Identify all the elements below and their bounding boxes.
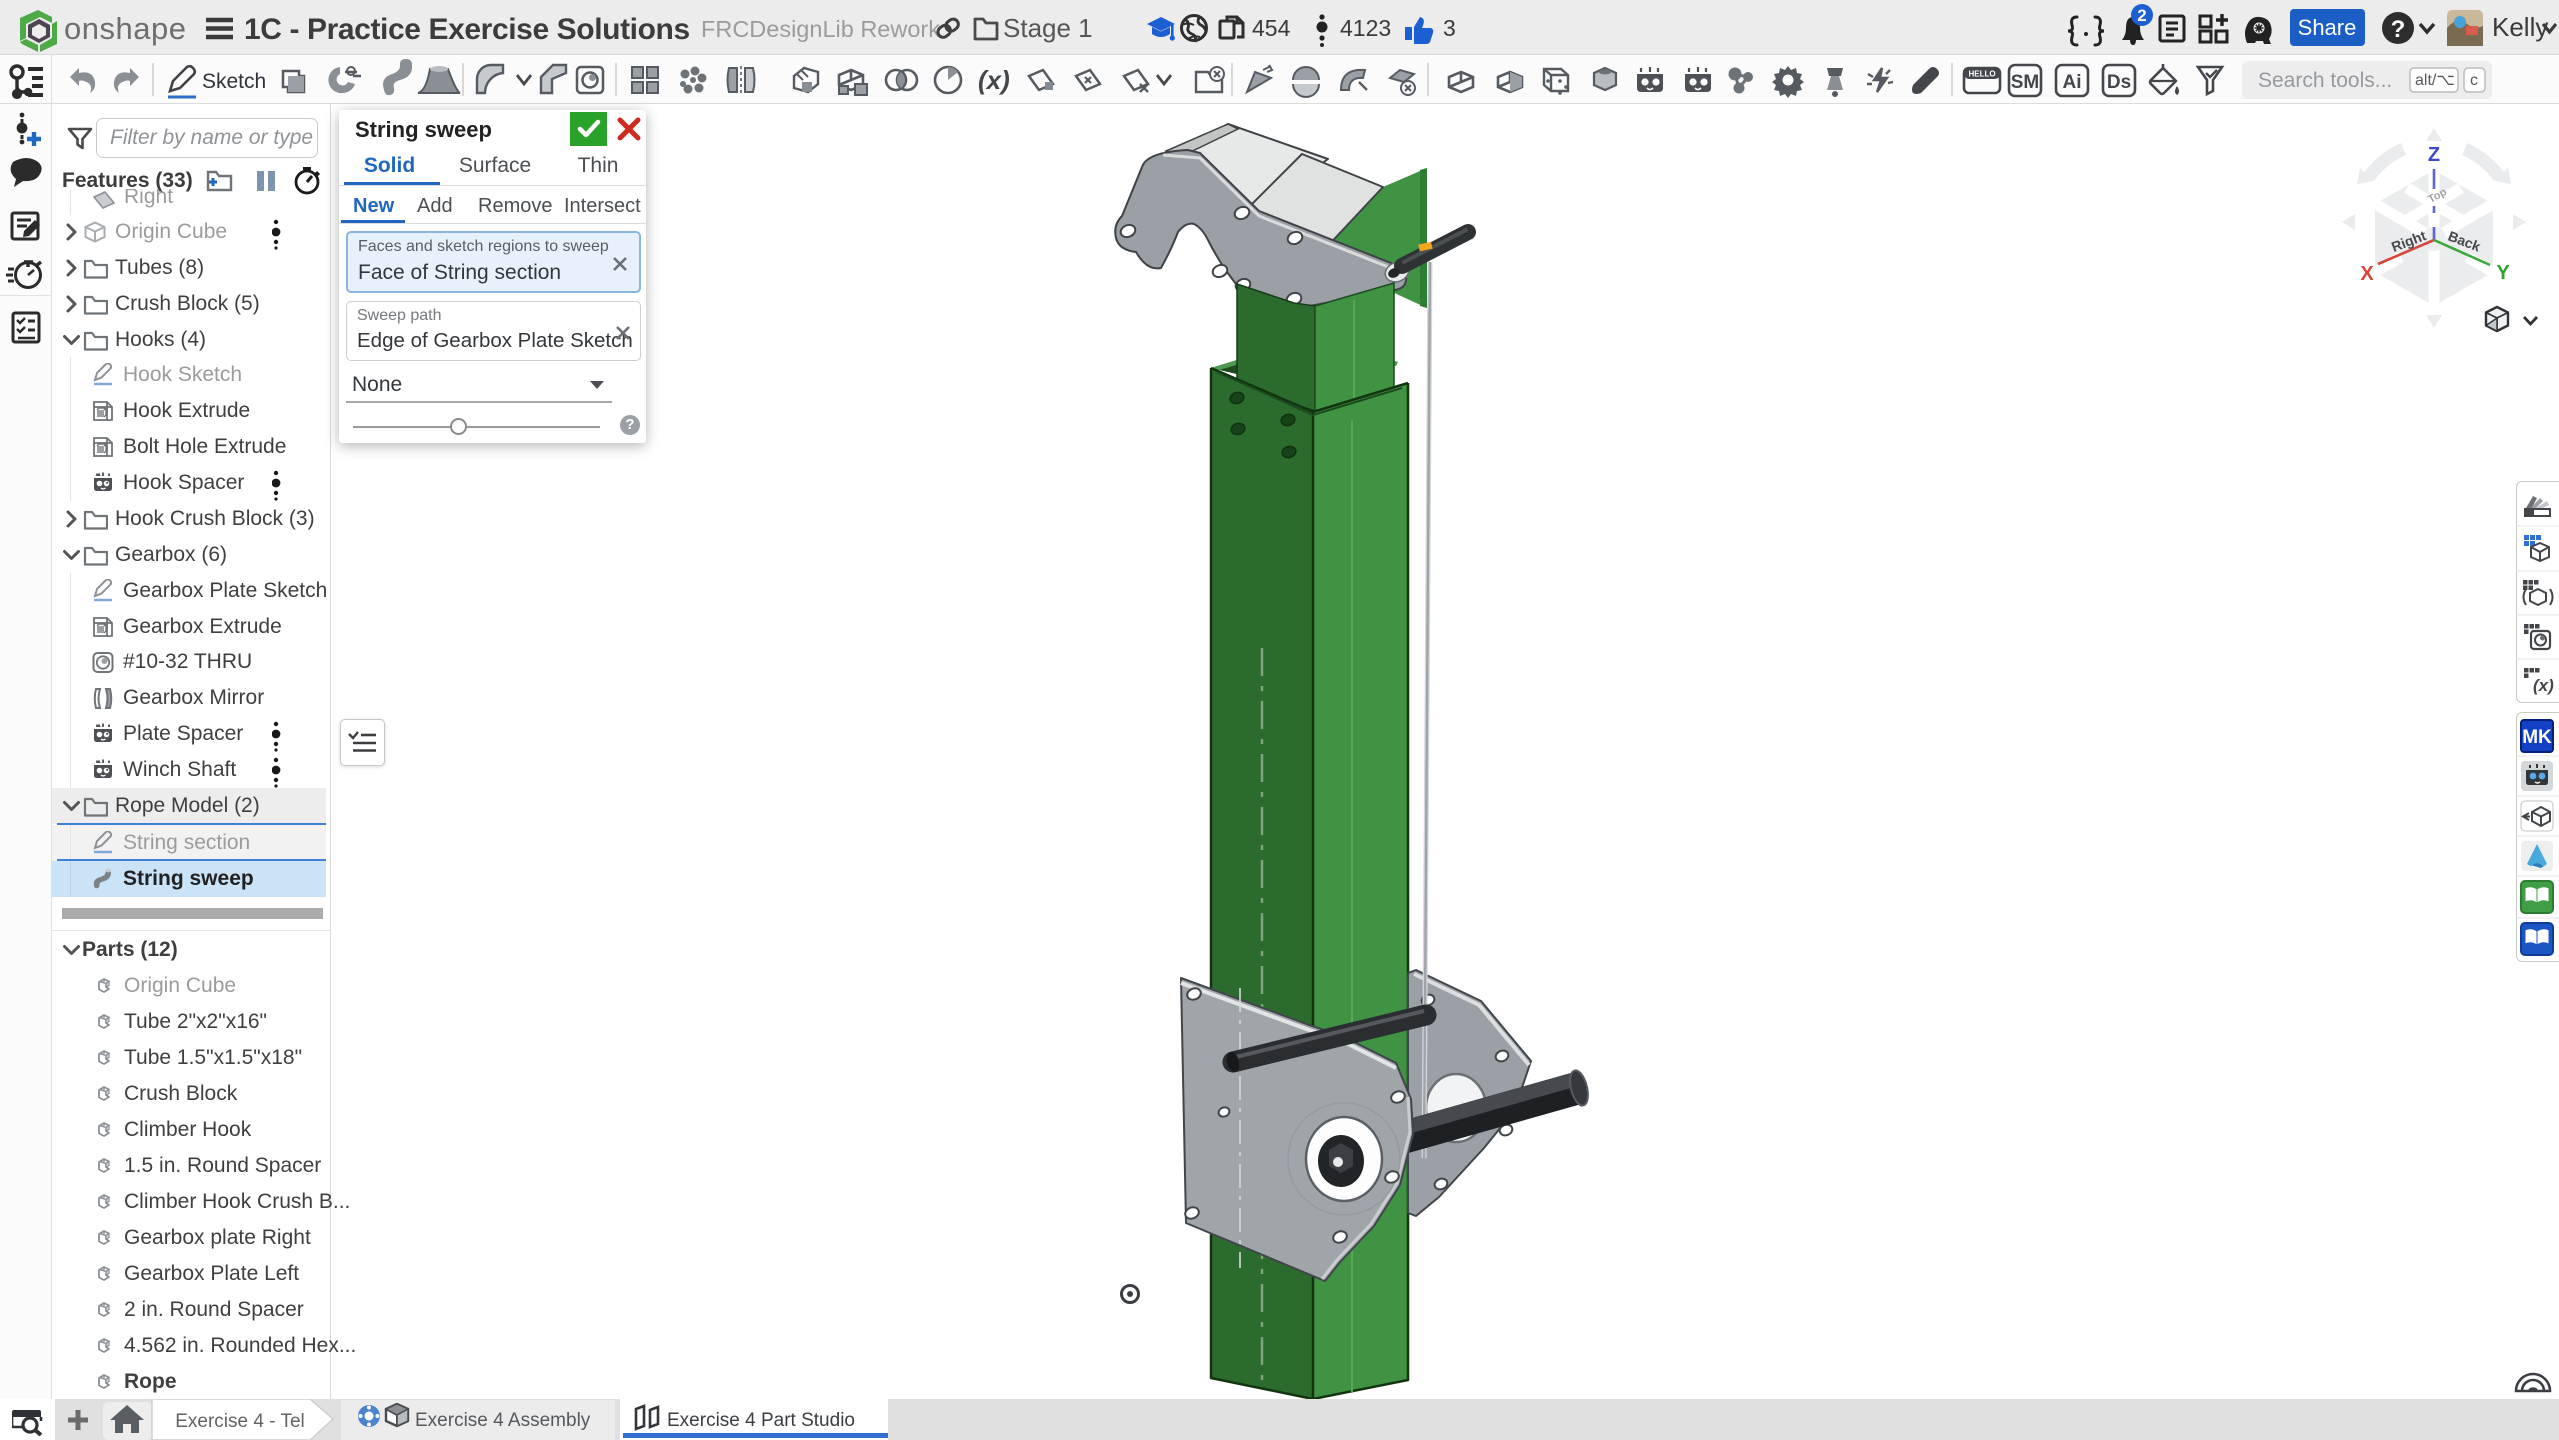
svg-text:Stage 1: Stage 1 bbox=[1003, 13, 1093, 43]
svg-text:Exercise 4 Assembly: Exercise 4 Assembly bbox=[415, 1410, 591, 1431]
svg-text:3: 3 bbox=[1443, 15, 1456, 41]
svg-text:454: 454 bbox=[1252, 15, 1291, 41]
svg-text:HELLO: HELLO bbox=[1968, 70, 1995, 79]
svg-text:Share: Share bbox=[2298, 15, 2357, 40]
svg-text:Z: Z bbox=[2428, 144, 2440, 166]
svg-text:Search tools...: Search tools... bbox=[2258, 69, 2392, 92]
svg-text:c: c bbox=[2470, 72, 2478, 89]
svg-text:Exercise 4 Part Studio: Exercise 4 Part Studio bbox=[667, 1410, 855, 1431]
svg-text:Kelly: Kelly bbox=[2492, 12, 2548, 42]
svg-text:?: ? bbox=[2391, 16, 2406, 43]
svg-text:SM: SM bbox=[2011, 72, 2040, 93]
svg-text:Exercise 4 - Tel: Exercise 4 - Tel bbox=[175, 1411, 305, 1432]
svg-text:Y: Y bbox=[2496, 262, 2510, 284]
svg-text:Ds: Ds bbox=[2107, 72, 2131, 93]
svg-text:(x): (x) bbox=[978, 65, 1010, 95]
svg-text:4123: 4123 bbox=[1340, 15, 1391, 41]
svg-text:(x): (x) bbox=[2533, 676, 2554, 695]
svg-text:2: 2 bbox=[2137, 6, 2146, 25]
svg-text:alt/⌥: alt/⌥ bbox=[2415, 72, 2455, 89]
svg-text:1C - Practice Exercise Solutio: 1C - Practice Exercise Solutions bbox=[244, 13, 690, 46]
svg-text:FRCDesignLib Rework: FRCDesignLib Rework bbox=[701, 16, 940, 42]
svg-text:MK: MK bbox=[2522, 727, 2552, 748]
svg-text:onshape: onshape bbox=[64, 11, 186, 46]
svg-text:Ai: Ai bbox=[2063, 72, 2082, 93]
svg-text:X: X bbox=[2360, 263, 2374, 285]
svg-text:Sketch: Sketch bbox=[202, 70, 266, 93]
